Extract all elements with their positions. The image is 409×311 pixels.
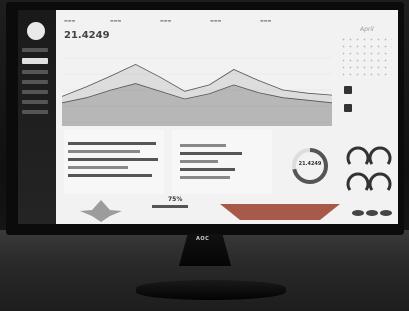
- bar-row: [180, 168, 235, 171]
- bar-row: [68, 150, 140, 153]
- calendar-event[interactable]: [344, 86, 352, 94]
- bar-row: [180, 176, 230, 179]
- calendar-grid[interactable]: [340, 36, 392, 80]
- calendar-month: April: [360, 26, 374, 33]
- sidebar-item[interactable]: [22, 80, 48, 84]
- funnel-chart: [220, 204, 340, 220]
- kpi-label: ▬▬▬: [210, 18, 222, 23]
- sidebar-item[interactable]: [22, 100, 48, 104]
- monitor-stand-base: [136, 280, 286, 300]
- monitor-brand-logo: AOC: [196, 236, 210, 242]
- kpi-value: 21.4249: [64, 30, 110, 41]
- kpi-label: ▬▬▬: [110, 18, 122, 23]
- bar-row: [180, 160, 218, 163]
- gauge-cluster: [346, 146, 392, 191]
- dashboard-main: ▬▬▬ ▬▬▬ ▬▬▬ ▬▬▬ ▬▬▬ 21.4249 April 21.424…: [60, 10, 394, 224]
- donut-center-value: 21.4249: [298, 161, 322, 167]
- calendar-event[interactable]: [344, 104, 352, 112]
- area-chart: [62, 57, 332, 126]
- bar-row: [68, 158, 158, 161]
- bar-row: [180, 152, 242, 155]
- sidebar-item[interactable]: [22, 48, 48, 52]
- avatar[interactable]: [27, 22, 45, 40]
- bar-row: [68, 142, 156, 145]
- bar-list-panel: [64, 130, 164, 194]
- sidebar-item[interactable]: [22, 90, 48, 94]
- sidebar-item[interactable]: [22, 110, 48, 114]
- progress-percent: 75%: [168, 196, 183, 203]
- kpi-label: ▬▬▬: [160, 18, 172, 23]
- kpi-label: ▬▬▬: [260, 18, 272, 23]
- calendar-widget: April: [340, 22, 392, 122]
- toggle-group[interactable]: [350, 206, 394, 220]
- bar-row: [180, 144, 226, 147]
- sidebar-item[interactable]: [22, 70, 48, 74]
- dashboard-sidebar: [18, 10, 56, 224]
- chart-series: [62, 63, 332, 126]
- kpi-label: ▬▬▬: [64, 18, 76, 23]
- bar-row: [68, 166, 128, 169]
- bar-list-panel-2: [172, 130, 272, 194]
- sidebar-item-active[interactable]: [22, 58, 48, 64]
- monitor-screen: ▬▬▬ ▬▬▬ ▬▬▬ ▬▬▬ ▬▬▬ 21.4249 April 21.424…: [18, 10, 398, 224]
- bar-row: [68, 174, 152, 177]
- progress-bar: [152, 205, 188, 208]
- radar-chart: [80, 200, 122, 222]
